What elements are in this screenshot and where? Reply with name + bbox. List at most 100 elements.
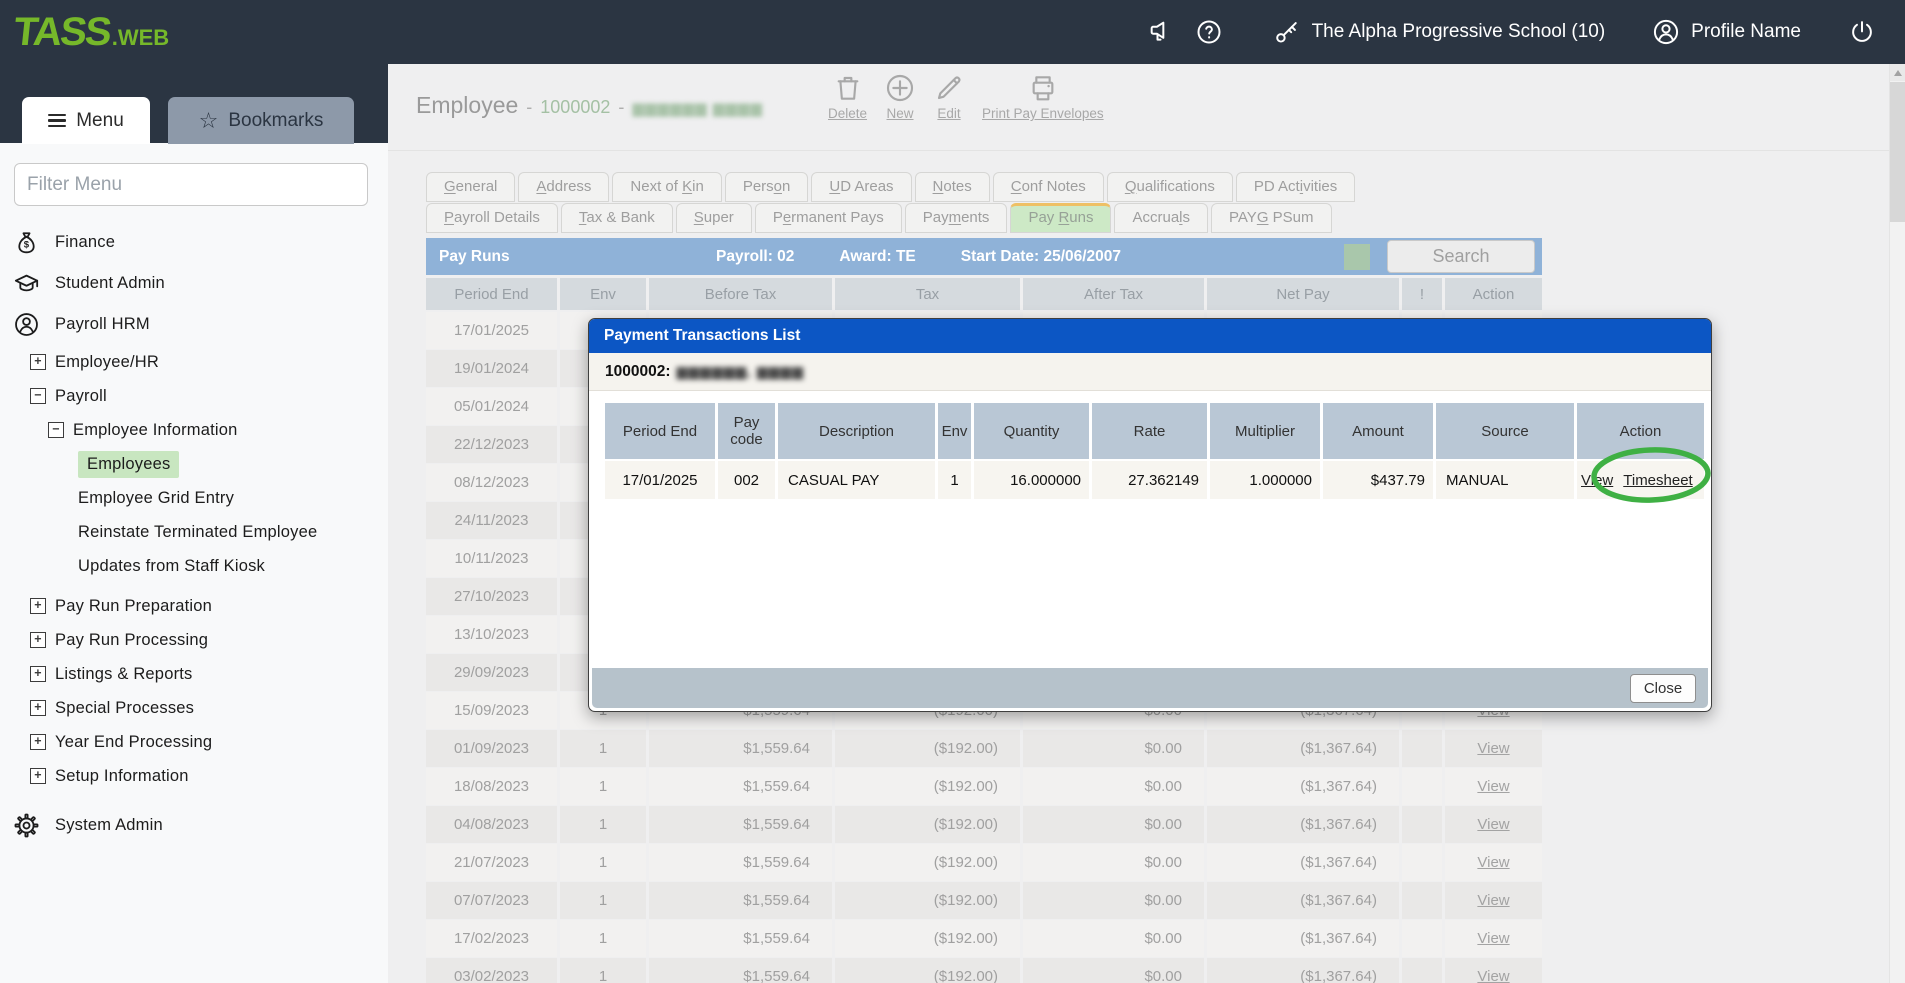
cell-net-pay: ($1,367.64) (1207, 844, 1399, 881)
sidebar-item-updates-from-staff-kiosk[interactable]: Updates from Staff Kiosk (0, 549, 388, 583)
modal-employee-id: 1000002: (605, 363, 671, 381)
sidebar-item-employee-information[interactable]: − Employee Information (0, 413, 388, 447)
tab-menu[interactable]: Menu (22, 97, 150, 144)
col-env: Env (560, 278, 646, 310)
tab-pay-runs[interactable]: Pay Runs (1010, 203, 1111, 233)
search-button[interactable]: Search (1387, 240, 1535, 273)
tab-ud-areas[interactable]: UD Areas (811, 172, 911, 202)
tab-payments[interactable]: Payments (905, 203, 1008, 233)
sidebar-item-student-admin[interactable]: Student Admin (0, 263, 388, 304)
sidebar-item-listings-reports[interactable]: + Listings & Reports (0, 657, 388, 691)
sidebar-item-employee-hr[interactable]: + Employee/HR (0, 345, 388, 379)
cell-period-end: 04/08/2023 (426, 806, 557, 843)
cell-action: View Timesheet (1577, 461, 1704, 499)
sidebar-item-pay-run-processing[interactable]: + Pay Run Processing (0, 623, 388, 657)
tab-accruals[interactable]: Accruals (1114, 203, 1208, 233)
view-link[interactable]: View (1581, 472, 1613, 489)
profile-menu[interactable]: Profile Name (1649, 15, 1801, 49)
sidebar-item-finance[interactable]: $ Finance (0, 222, 388, 263)
tab-general[interactable]: General (426, 172, 515, 202)
tab-conf-notes[interactable]: Conf Notes (993, 172, 1104, 202)
cell-env: 1 (560, 730, 646, 767)
top-bar: TASS .WEB The Alpha Progressive School (… (0, 0, 1905, 64)
cell-net-pay: ($1,367.64) (1207, 806, 1399, 843)
tass-web-logo[interactable]: TASS .WEB (14, 10, 169, 55)
sidebar-item-payroll[interactable]: − Payroll (0, 379, 388, 413)
view-link[interactable]: View (1477, 778, 1509, 795)
view-link[interactable]: View (1477, 968, 1509, 983)
expand-plus-icon[interactable]: + (30, 354, 46, 370)
view-link[interactable]: View (1477, 930, 1509, 947)
sidebar-item-label: Pay Run Preparation (55, 597, 212, 616)
tab-bookmarks[interactable]: ☆ Bookmarks (168, 97, 354, 144)
sidebar-item-year-end-processing[interactable]: + Year End Processing (0, 725, 388, 759)
expand-plus-icon[interactable]: + (30, 700, 46, 716)
help-icon[interactable] (1192, 15, 1226, 49)
expand-plus-icon[interactable]: + (30, 598, 46, 614)
col-action: Action (1445, 278, 1542, 310)
cell-after-tax: $0.00 (1023, 920, 1204, 957)
tab-address[interactable]: Address (518, 172, 609, 202)
cell-period-end: 15/09/2023 (426, 692, 557, 729)
svg-text:$: $ (24, 240, 30, 251)
tab-pd-activities[interactable]: PD Activities (1236, 172, 1355, 202)
cell-env: 1 (560, 806, 646, 843)
cell-period-end: 17/01/2025 (426, 312, 557, 349)
tab-next-of-kin[interactable]: Next of Kin (612, 172, 721, 202)
sidebar-item-system-admin[interactable]: System Admin (0, 805, 388, 846)
sidebar-item-label: Payroll (55, 387, 107, 406)
modal-employee-name-redacted: ▆▆▆▆▆▆, ▆▆▆▆ (677, 363, 804, 380)
expand-plus-icon[interactable]: + (30, 632, 46, 648)
cell-env: 1 (560, 882, 646, 919)
view-link[interactable]: View (1477, 740, 1509, 757)
tab-payroll-details[interactable]: Payroll Details (426, 203, 558, 233)
menu-tree: $ Finance Student Admin Payroll HRM + Em… (0, 222, 388, 846)
col-pay-code: Pay code (718, 403, 775, 459)
view-link[interactable]: View (1477, 816, 1509, 833)
collapse-minus-icon[interactable]: − (30, 388, 46, 404)
expand-plus-icon[interactable]: + (30, 768, 46, 784)
sidebar-item-pay-run-preparation[interactable]: + Pay Run Preparation (0, 589, 388, 623)
payroll-value: Payroll: 02 (716, 248, 794, 266)
collapse-minus-icon[interactable]: − (48, 422, 64, 438)
money-bag-icon: $ (13, 229, 40, 256)
print-pay-envelopes-button[interactable]: Print Pay Envelopes (982, 72, 1104, 121)
sidebar-item-payroll-hrm[interactable]: Payroll HRM (0, 304, 388, 345)
sidebar-item-reinstate-terminated-employee[interactable]: Reinstate Terminated Employee (0, 515, 388, 549)
school-selector[interactable]: The Alpha Progressive School (10) (1270, 15, 1606, 49)
tab-qualifications[interactable]: Qualifications (1107, 172, 1233, 202)
tab-payg-psum[interactable]: PAYG PSum (1211, 203, 1331, 233)
vertical-scrollbar[interactable] (1889, 64, 1905, 983)
edit-button[interactable]: Edit (933, 72, 965, 121)
scroll-up-button[interactable] (1890, 64, 1905, 81)
sidebar-item-employee-grid-entry[interactable]: Employee Grid Entry (0, 481, 388, 515)
timesheet-link[interactable]: Timesheet (1623, 472, 1692, 489)
announcements-icon[interactable] (1144, 15, 1178, 49)
profile-name: Profile Name (1691, 21, 1801, 43)
expand-plus-icon[interactable]: + (30, 666, 46, 682)
cell-net-pay: ($1,367.64) (1207, 958, 1399, 983)
scrollbar-thumb[interactable] (1890, 82, 1905, 222)
sidebar-item-employees[interactable]: Employees (0, 447, 388, 481)
tab-permanent-pays[interactable]: Permanent Pays (755, 203, 902, 233)
logout-icon[interactable] (1845, 15, 1879, 49)
tab-notes[interactable]: Notes (915, 172, 990, 202)
tab-person[interactable]: Person (725, 172, 809, 202)
cell-after-tax: $0.00 (1023, 806, 1204, 843)
cell-period-end: 10/11/2023 (426, 540, 557, 577)
view-link[interactable]: View (1477, 892, 1509, 909)
cell-alert (1402, 768, 1442, 805)
cell-tax: ($192.00) (835, 844, 1020, 881)
col-description: Description (778, 403, 935, 459)
col-alert: ! (1402, 278, 1442, 310)
sidebar-item-special-processes[interactable]: + Special Processes (0, 691, 388, 725)
new-button[interactable]: New (884, 72, 916, 121)
filter-menu-input[interactable] (14, 163, 368, 206)
view-link[interactable]: View (1477, 854, 1509, 871)
sidebar-item-setup-information[interactable]: + Setup Information (0, 759, 388, 793)
close-button[interactable]: Close (1630, 674, 1696, 703)
expand-plus-icon[interactable]: + (30, 734, 46, 750)
tab-super[interactable]: Super (676, 203, 752, 233)
tab-tax-bank[interactable]: Tax & Bank (561, 203, 673, 233)
delete-button[interactable]: Delete (828, 72, 867, 121)
